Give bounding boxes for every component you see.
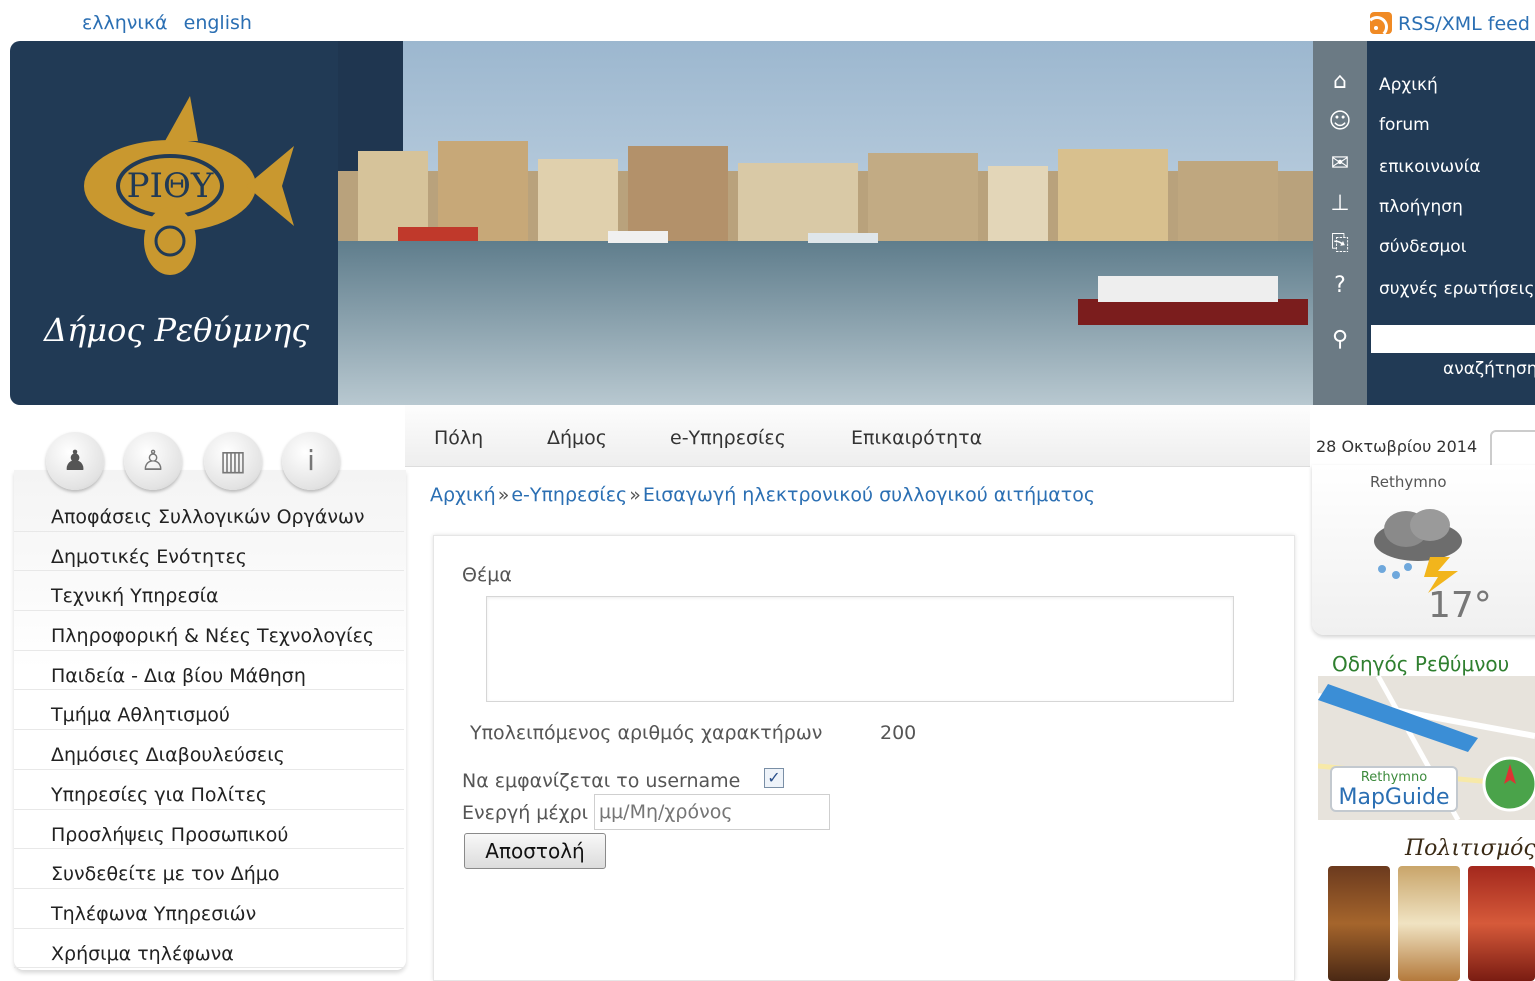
visitor-button[interactable]: ♙ — [124, 432, 182, 490]
rss-label: RSS/XML feed — [1398, 13, 1530, 35]
sitemap-icon[interactable]: ⊥ — [1313, 185, 1367, 223]
city-guide-title[interactable]: Οδηγός Ρεθύμνου — [1332, 652, 1509, 676]
sidebar-item[interactable]: Πληροφορική & Νέες Τεχνολογίες — [14, 611, 404, 651]
visitor-icon: ♙ — [140, 444, 166, 477]
sidebar-item[interactable]: Παιδεία - Δια βίου Μάθηση — [14, 651, 404, 691]
business-button[interactable]: ▥ — [204, 432, 262, 490]
nav-link-sitemap[interactable]: πλοήγηση — [1379, 197, 1463, 217]
culture-image-1[interactable] — [1328, 866, 1390, 981]
sidebar-item[interactable]: Χρήσιμα τηλέφωνα — [14, 929, 404, 969]
sidebar-item[interactable]: Αποφάσεις Συλλογικών Οργάνων — [14, 492, 404, 532]
subject-label: Θέμα — [462, 564, 512, 586]
show-username-checkbox[interactable]: ✓ — [764, 768, 784, 788]
mail-icon[interactable]: ✉ — [1313, 145, 1367, 183]
culture-title[interactable]: Πολιτισμός — [1405, 836, 1535, 861]
home-icon[interactable]: ⌂ — [1313, 63, 1367, 101]
business-icon: ▥ — [219, 444, 247, 477]
resident-button[interactable]: ♟ — [46, 432, 104, 490]
rss-feed-link[interactable]: RSS/XML feed — [1370, 12, 1530, 35]
question-icon[interactable]: ? — [1313, 267, 1367, 305]
mapguide-badge: Rethymno MapGuide — [1330, 766, 1458, 812]
submit-button[interactable]: Αποστολή — [464, 833, 606, 869]
nav-link-forum[interactable]: forum — [1379, 115, 1430, 135]
nav-icon-strip: ⌂ ☺ ✉ ⊥ ⎘ ? ⚲ — [1313, 41, 1367, 405]
weather-temperature: 17° — [1428, 585, 1492, 626]
breadcrumb: Αρχική» e-Υπηρεσίες» Εισαγωγή ηλεκτρονικού… — [430, 484, 1096, 506]
language-switcher: ελληνικά english — [82, 12, 262, 34]
date-input[interactable] — [594, 794, 830, 830]
remaining-chars-count: 200 — [880, 722, 917, 744]
menu-municipality[interactable]: Δήμος — [547, 427, 607, 449]
breadcrumb-e-services[interactable]: e-Υπηρεσίες — [511, 484, 627, 506]
person-icon: ♟ — [62, 444, 88, 477]
sidebar-item[interactable]: Δημόσιες Διαβουλεύσεις — [14, 730, 404, 770]
mapguide-city: Rethymno — [1360, 770, 1428, 785]
weather-city: Rethymno — [1370, 473, 1447, 491]
fish-emblem-icon: ΡΙΘΥ — [84, 96, 294, 275]
breadcrumb-current[interactable]: Εισαγωγή ηλεκτρονικού συλλογικού αιτήματ… — [643, 484, 1095, 506]
weather-widget: Rethymno 17° — [1312, 465, 1535, 635]
search-icon[interactable]: ⚲ — [1313, 321, 1367, 359]
info-button[interactable]: i — [282, 432, 340, 490]
menu-city[interactable]: Πόλη — [434, 427, 483, 449]
rss-icon — [1370, 12, 1392, 34]
culture-image-3[interactable] — [1468, 866, 1535, 981]
emblem-text: ΡΙΘΥ — [127, 166, 214, 206]
menu-news[interactable]: Επικαιρότητα — [851, 427, 982, 449]
info-icon: i — [307, 444, 315, 477]
nav-link-contact[interactable]: επικοινωνία — [1379, 157, 1481, 177]
menu-e-services[interactable]: e-Υπηρεσίες — [670, 427, 786, 449]
site-header: ΡΙΘΥ Δήμος Ρεθύμνης ⌂ ☺ ✉ ⊥ ⎘ ? ⚲ Αρχική… — [10, 41, 1535, 405]
subject-textarea[interactable] — [486, 596, 1234, 702]
mapguide-brand: MapGuide — [1338, 785, 1450, 810]
sidebar-item[interactable]: Τεχνική Υπηρεσία — [14, 571, 404, 612]
culture-image-2[interactable] — [1398, 866, 1460, 981]
nav-link-links[interactable]: σύνδεσμοι — [1379, 237, 1466, 257]
nav-link-faq[interactable]: συχνές ερωτήσεις — [1379, 279, 1534, 299]
storm-cloud-icon — [1374, 509, 1462, 593]
search-input[interactable] — [1371, 325, 1535, 353]
links-icon[interactable]: ⎘ — [1313, 225, 1367, 263]
lang-english-link[interactable]: english — [184, 12, 252, 34]
city-guide-map[interactable]: Rethymno MapGuide — [1318, 676, 1535, 820]
petition-form: Θέμα Υπολειπόμενος αριθμός χαρακτήρων 20… — [433, 535, 1295, 981]
active-until-label: Ενεργή μέχρι — [462, 802, 589, 824]
logo-panel[interactable]: ΡΙΘΥ Δήμος Ρεθύμνης — [10, 41, 338, 405]
main-menu: Πόλη Δήμος e-Υπηρεσίες Επικαιρότητα — [405, 405, 1310, 467]
sidebar-item[interactable]: Προσλήψεις Προσωπικού — [14, 810, 404, 850]
breadcrumb-home[interactable]: Αρχική — [430, 484, 496, 506]
search-label[interactable]: αναζήτηση — [1443, 359, 1535, 379]
sidebar-item[interactable]: Υπηρεσίες για Πολίτες — [14, 770, 404, 810]
people-icon[interactable]: ☺ — [1313, 103, 1367, 141]
sidebar-item[interactable]: Τηλέφωνα Υπηρεσιών — [14, 889, 404, 929]
show-username-label: Να εμφανίζεται το username — [462, 770, 741, 792]
sidebar-item[interactable]: Συνδεθείτε με τον Δήμο — [14, 849, 404, 889]
municipality-name: Δήμος Ρεθύμνης — [44, 311, 310, 349]
sidebar-item[interactable]: Δημοτικές Ενότητες — [14, 532, 404, 572]
nav-links-panel: Αρχική forum επικοινωνία πλοήγηση σύνδεσ… — [1367, 41, 1535, 405]
sidebar-menu: Αποφάσεις Συλλογικών Οργάνων Δημοτικές Ε… — [14, 492, 404, 969]
current-date: 28 Οκτωβρίου 2014 — [1316, 437, 1478, 456]
lang-greek-link[interactable]: ελληνικά — [82, 12, 168, 34]
harbour-photo — [338, 41, 1313, 405]
remaining-chars-label: Υπολειπόμενος αριθμός χαρακτήρων — [470, 722, 823, 744]
nav-link-home[interactable]: Αρχική — [1379, 75, 1438, 95]
sidebar-item[interactable]: Τμήμα Αθλητισμού — [14, 690, 404, 731]
